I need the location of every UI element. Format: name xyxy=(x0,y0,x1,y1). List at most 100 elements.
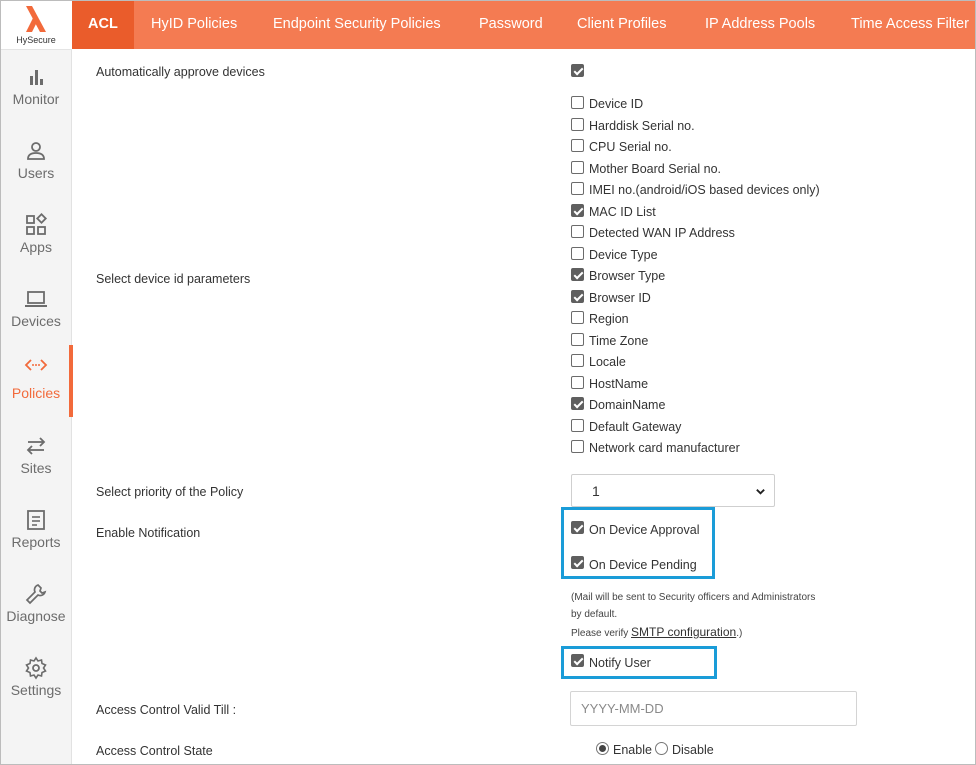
hostname-checkbox[interactable] xyxy=(571,376,584,389)
locale-checkbox[interactable] xyxy=(571,354,584,367)
sidebar-item-reports[interactable]: Reports xyxy=(0,500,72,572)
harddisk-serial-option-label: Harddisk Serial no. xyxy=(589,119,695,133)
imei-option-label: IMEI no.(android/iOS based devices only) xyxy=(589,183,820,197)
motherboard-serial-checkbox[interactable] xyxy=(571,161,584,174)
disable-radio[interactable] xyxy=(655,742,668,755)
on-device-pending-checkbox[interactable] xyxy=(571,556,584,569)
device-type-option-label: Device Type xyxy=(589,248,658,262)
tab-ip-address-pools[interactable]: IP Address Pools xyxy=(691,0,829,49)
tab-endpoint-security-policies[interactable]: Endpoint Security Policies xyxy=(259,0,455,49)
laptop-icon xyxy=(25,291,47,307)
smtp-configuration-link[interactable]: SMTP configuration xyxy=(631,625,736,639)
swap-arrows-icon xyxy=(26,437,46,455)
sidebar-item-label: Users xyxy=(17,165,55,181)
mac-id-list-option-label: MAC ID List xyxy=(589,205,656,219)
enable-notification-label: Enable Notification xyxy=(96,526,201,540)
sidebar-item-users[interactable]: Users xyxy=(0,131,72,203)
cpu-serial-checkbox[interactable] xyxy=(571,139,584,152)
harddisk-serial-checkbox[interactable] xyxy=(571,118,584,131)
tab-hyid-policies[interactable]: HyID Policies xyxy=(137,0,251,49)
sidebar-item-sites[interactable]: Sites xyxy=(0,426,72,498)
motherboard-serial-option-label: Mother Board Serial no. xyxy=(589,162,722,176)
sidebar-item-label: Devices xyxy=(11,313,61,329)
sidebar-item-label: Settings xyxy=(10,682,62,698)
hostname-option-label: HostName xyxy=(589,377,649,391)
device-id-params-label: Select device id parameters xyxy=(96,272,251,286)
time-zone-checkbox[interactable] xyxy=(571,333,584,346)
code-arrows-icon xyxy=(24,359,48,371)
domainname-checkbox[interactable] xyxy=(571,397,584,410)
mail-note-line2: by default. xyxy=(571,609,618,620)
device-id-option-label: Device ID xyxy=(589,97,644,111)
mail-note-line1: (Mail will be sent to Security officers … xyxy=(571,592,816,603)
access-control-state-label: Access Control State xyxy=(96,744,213,758)
device-id-checkbox[interactable] xyxy=(571,96,584,109)
sidebar-item-policies[interactable]: Policies xyxy=(0,345,73,417)
sidebar-item-label: Reports xyxy=(11,534,61,550)
detected-wan-ip-option-label: Detected WAN IP Address xyxy=(589,226,735,240)
user-icon xyxy=(27,142,45,160)
valid-till-label: Access Control Valid Till : xyxy=(96,703,237,717)
browser-type-checkbox[interactable] xyxy=(571,268,584,281)
network-card-manufacturer-checkbox[interactable] xyxy=(571,440,584,453)
window-border xyxy=(0,0,976,765)
tab-password[interactable]: Password xyxy=(465,0,557,49)
priority-selected-value: 1 xyxy=(592,483,600,499)
valid-till-date-input[interactable] xyxy=(570,691,857,726)
device-type-checkbox[interactable] xyxy=(571,247,584,260)
detected-wan-ip-checkbox[interactable] xyxy=(571,225,584,238)
on-device-approval-checkbox[interactable] xyxy=(571,521,584,534)
sidebar-item-monitor[interactable]: Monitor xyxy=(0,57,72,129)
sidebar: HySecure Monitor Users Apps Devices Poli… xyxy=(0,0,73,765)
mail-note-line3: Please verify SMTP configuration.) xyxy=(571,625,742,639)
sidebar-item-settings[interactable]: Settings xyxy=(0,648,72,720)
sidebar-item-label: Sites xyxy=(20,460,52,476)
hysecure-logo: HySecure xyxy=(0,0,72,50)
on-device-pending-label: On Device Pending xyxy=(589,558,697,572)
sidebar-item-devices[interactable]: Devices xyxy=(0,279,72,351)
report-icon xyxy=(27,510,45,530)
bar-chart-icon xyxy=(30,70,43,85)
policy-tabs: ACL HyID Policies Endpoint Security Poli… xyxy=(72,0,976,49)
auto-approve-label: Automatically approve devices xyxy=(96,65,265,79)
sidebar-item-apps[interactable]: Apps xyxy=(0,205,72,277)
logo-text: HySecure xyxy=(16,35,56,45)
sidebar-item-diagnose[interactable]: Diagnose xyxy=(0,574,72,646)
region-checkbox[interactable] xyxy=(571,311,584,324)
disable-radio-label: Disable xyxy=(672,743,714,757)
apps-grid-icon xyxy=(26,213,48,235)
notify-user-label: Notify User xyxy=(589,656,651,670)
wrench-icon xyxy=(25,584,47,605)
tab-acl[interactable]: ACL xyxy=(72,0,134,49)
tab-client-profiles[interactable]: Client Profiles xyxy=(563,0,680,49)
notify-user-checkbox[interactable] xyxy=(571,654,584,667)
domainname-option-label: DomainName xyxy=(589,398,666,412)
default-gateway-checkbox[interactable] xyxy=(571,419,584,432)
enable-radio[interactable] xyxy=(596,742,609,755)
on-device-approval-label: On Device Approval xyxy=(589,523,700,537)
hysecure-logo-icon xyxy=(26,6,46,32)
default-gateway-option-label: Default Gateway xyxy=(589,420,682,434)
sidebar-item-label: Diagnose xyxy=(6,608,66,624)
time-zone-option-label: Time Zone xyxy=(589,334,649,348)
auto-approve-checkbox[interactable] xyxy=(571,64,584,77)
browser-id-checkbox[interactable] xyxy=(571,290,584,303)
imei-checkbox[interactable] xyxy=(571,182,584,195)
gear-icon xyxy=(25,656,47,680)
tab-time-access-filter[interactable]: Time Access Filter xyxy=(837,0,976,49)
mac-id-list-checkbox[interactable] xyxy=(571,204,584,217)
sidebar-item-label: Apps xyxy=(20,239,52,255)
cpu-serial-option-label: CPU Serial no. xyxy=(589,140,672,154)
locale-option-label: Locale xyxy=(589,355,626,369)
region-option-label: Region xyxy=(589,312,629,326)
browser-id-option-label: Browser ID xyxy=(589,291,651,305)
sidebar-item-label: Policies xyxy=(11,385,61,401)
enable-radio-label: Enable xyxy=(613,743,652,757)
mail-note-prefix: Please verify xyxy=(571,628,632,639)
network-card-manufacturer-option-label: Network card manufacturer xyxy=(589,441,740,455)
priority-select[interactable]: 1 xyxy=(571,474,775,507)
priority-label: Select priority of the Policy xyxy=(96,485,244,499)
sidebar-item-label: Monitor xyxy=(12,91,60,107)
chevron-down-icon xyxy=(756,489,765,495)
mail-note-suffix: .) xyxy=(736,628,743,639)
